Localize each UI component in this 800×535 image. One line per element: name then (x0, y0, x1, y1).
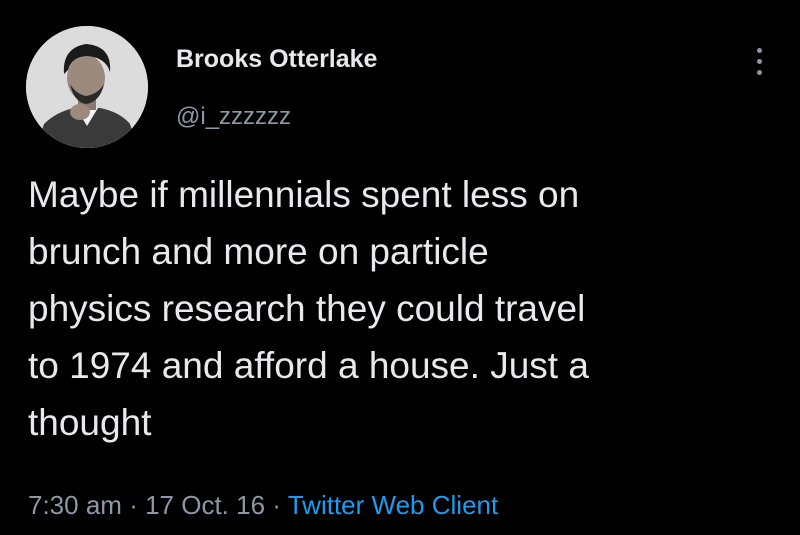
tweet-source-link[interactable]: Twitter Web Client (288, 490, 498, 520)
author-handle[interactable]: @i_zzzzzz (176, 103, 291, 131)
profile-photo-icon (26, 26, 148, 148)
more-options-icon[interactable] (750, 44, 770, 80)
tweet-time[interactable]: 7:30 am (28, 490, 122, 520)
meta-separator: · (129, 490, 138, 520)
tweet-date[interactable]: 17 Oct. 16 (145, 490, 265, 520)
author-name[interactable]: Brooks Otterlake (176, 45, 377, 74)
tweet-text: Maybe if millennials spent less on brunc… (28, 166, 788, 451)
tweet-line: to 1974 and afford a house. Just a (28, 345, 589, 386)
meta-separator: · (272, 490, 281, 520)
tweet-line: brunch and more on particle (28, 231, 489, 272)
tweet-line: thought (28, 402, 152, 443)
tweet-line: Maybe if millennials spent less on (28, 174, 580, 215)
avatar[interactable] (26, 26, 148, 148)
tweet-meta: 7:30 am · 17 Oct. 16 · Twitter Web Clien… (28, 490, 498, 521)
tweet-card: Brooks Otterlake @i_zzzzzz Maybe if mill… (0, 0, 800, 535)
tweet-line: physics research they could travel (28, 288, 586, 329)
